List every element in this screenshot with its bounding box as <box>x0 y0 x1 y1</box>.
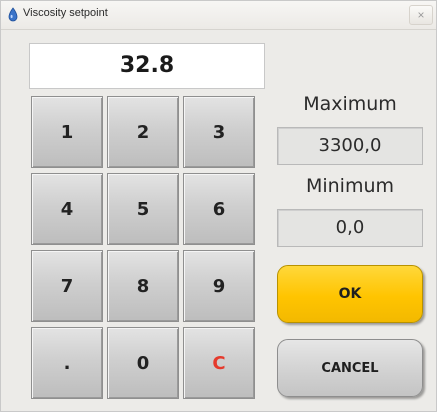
cancel-label: CANCEL <box>321 360 379 376</box>
key-8[interactable]: 8 <box>107 250 179 322</box>
maximum-label: Maximum <box>303 93 397 115</box>
ok-button[interactable]: OK <box>277 265 423 323</box>
key-decimal[interactable]: . <box>31 327 103 399</box>
close-icon: × <box>417 8 425 22</box>
key-clear[interactable]: C <box>183 327 255 399</box>
key-0[interactable]: 0 <box>107 327 179 399</box>
numeric-keypad: 1 2 3 4 5 6 7 8 9 . 0 C <box>31 96 265 406</box>
window-title: Viscosity setpoint <box>23 7 108 19</box>
ok-label: OK <box>338 286 362 302</box>
title-bar: Viscosity setpoint × <box>1 1 436 30</box>
minimum-value: 0,0 <box>277 209 423 247</box>
close-button[interactable]: × <box>409 5 433 25</box>
viscosity-setpoint-dialog: Viscosity setpoint × 32.8 1 2 3 4 5 6 7 … <box>0 0 437 412</box>
maximum-value: 3300,0 <box>277 127 423 165</box>
key-2[interactable]: 2 <box>107 96 179 168</box>
key-1[interactable]: 1 <box>31 96 103 168</box>
value-display[interactable]: 32.8 <box>29 43 265 89</box>
minimum-label: Minimum <box>305 175 395 197</box>
key-5[interactable]: 5 <box>107 173 179 245</box>
key-4[interactable]: 4 <box>31 173 103 245</box>
key-3[interactable]: 3 <box>183 96 255 168</box>
key-7[interactable]: 7 <box>31 250 103 322</box>
cancel-button[interactable]: CANCEL <box>277 339 423 397</box>
app-icon <box>7 7 19 23</box>
key-6[interactable]: 6 <box>183 173 255 245</box>
key-9[interactable]: 9 <box>183 250 255 322</box>
